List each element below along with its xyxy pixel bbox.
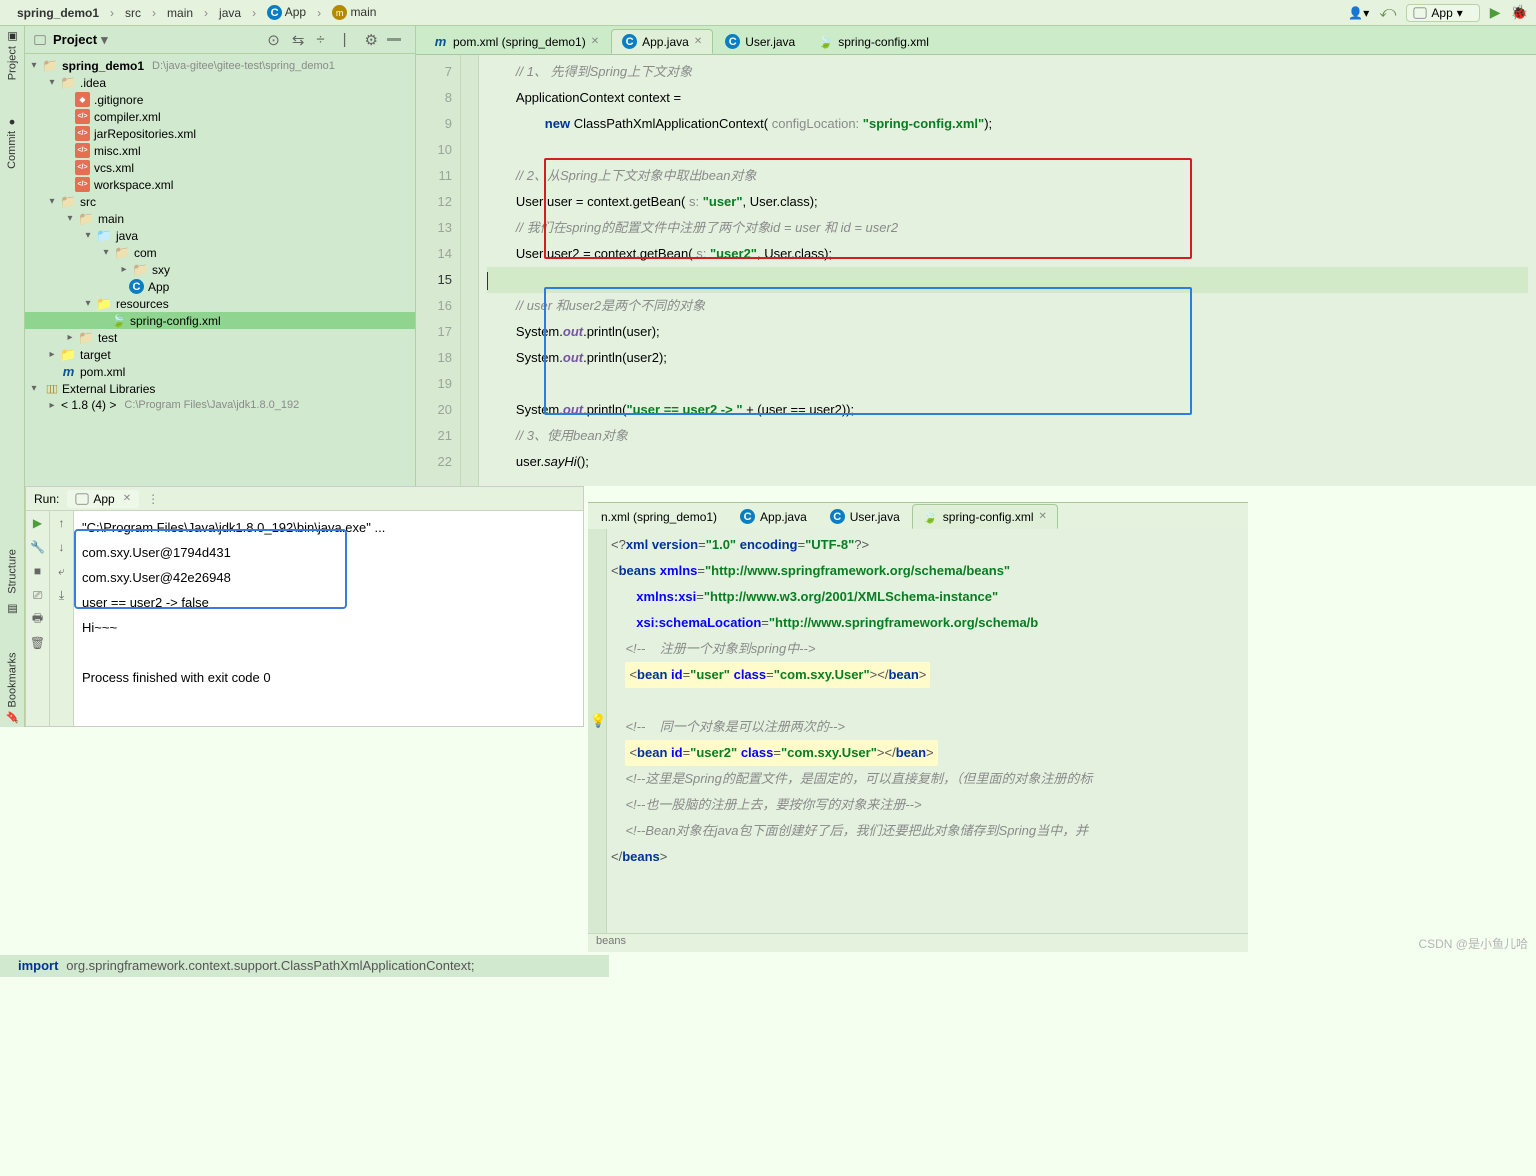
tab-app[interactable]: App.java✕ (611, 29, 713, 54)
rerun-icon[interactable]: ▶ (30, 515, 46, 531)
collapse-all-icon[interactable]: ÷ (313, 31, 327, 48)
left-tab-bookmarks[interactable]: 🔖 Bookmarks (6, 652, 19, 723)
wrench-icon[interactable]: 🔧 (30, 539, 46, 555)
crumb-class[interactable]: App (258, 3, 315, 23)
print-icon[interactable]: 🖶 (30, 611, 46, 627)
run-title: Run: (34, 492, 59, 506)
tree-sel-spring-xml[interactable]: spring-config.xml (25, 312, 415, 329)
crumb-method[interactable]: main (323, 3, 385, 23)
close-icon[interactable]: ✕ (1038, 511, 1046, 522)
hide-panel-icon[interactable] (387, 38, 401, 41)
scroll-icon[interactable]: ⤓ (54, 587, 70, 603)
trash-icon[interactable]: 🗑 (30, 635, 46, 651)
run-sidebar-left: ▶ 🔧 ■ ⎚ 🖶 🗑 (26, 511, 50, 726)
down-icon[interactable]: ↓ (54, 539, 70, 555)
project-tree[interactable]: ▾spring_demo1D:\java-gitee\gitee-test\sp… (25, 54, 415, 486)
line-gutter: 78910 11121314 15161718 19202122 (416, 55, 461, 486)
editor-tabs: pom.xml (spring_demo1)✕ App.java✕ User.j… (416, 26, 1536, 54)
close-icon[interactable]: ✕ (694, 36, 702, 47)
xml-tab-pom[interactable]: n.xml (spring_demo1) (590, 505, 728, 529)
left-tool-strip-bottom: ▤ Structure 🔖 Bookmarks (0, 486, 25, 727)
run-console[interactable]: "C:\Program Files\Java\jdk1.8.0_192\bin\… (74, 511, 583, 726)
close-icon[interactable]: ✕ (591, 36, 599, 47)
left-tab-commit[interactable]: Commit ● (6, 116, 18, 169)
xml-tab-spring[interactable]: spring-config.xml✕ (912, 504, 1058, 529)
tab-pom[interactable]: pom.xml (spring_demo1)✕ (422, 29, 610, 54)
debug-button[interactable]: 🐞 (1511, 4, 1528, 21)
tab-user[interactable]: User.java (714, 29, 806, 54)
xml-tab-app[interactable]: App.java (729, 504, 818, 529)
stop-icon[interactable]: ■ (30, 563, 46, 579)
xml-breadcrumb: beans (588, 933, 1248, 952)
code-editor[interactable]: 78910 11121314 15161718 19202122 // 1、 先… (416, 54, 1536, 486)
project-icon (33, 33, 47, 47)
xml-editor-pane: n.xml (spring_demo1) App.java User.java … (588, 502, 1248, 952)
left-tool-strip: Project ▣ Commit ● (0, 26, 25, 486)
run-tab-app[interactable]: App✕ (67, 490, 139, 508)
bottom-code-strip: import org.springframework.context.suppo… (0, 955, 609, 977)
tab-spring-xml[interactable]: spring-config.xml (807, 29, 940, 54)
xml-tab-user[interactable]: User.java (819, 504, 911, 529)
crumb-main[interactable]: main (158, 4, 202, 22)
xml-code-editor[interactable]: 💡 <?xml version="1.0" encoding="UTF-8"?>… (588, 529, 1248, 933)
run-button[interactable]: ▶ (1490, 4, 1501, 21)
build-icon[interactable]: ⤺ (1379, 4, 1396, 22)
project-panel: Project ⊙ ⇆ ÷ | ⚙ ▾spring_demo1D:\java-g… (25, 26, 415, 486)
navigation-toolbar: spring_demo1 src main java App main 👤▾ ⤺… (0, 0, 1536, 26)
lightbulb-icon[interactable]: 💡 (590, 713, 606, 729)
wrap-icon[interactable]: ⤶ (54, 563, 70, 579)
crumb-java[interactable]: java (210, 4, 250, 22)
left-tab-project[interactable]: Project ▣ (6, 30, 19, 80)
camera-icon[interactable]: ⎚ (30, 587, 46, 603)
crumb-root[interactable]: spring_demo1 (8, 4, 108, 22)
user-icon[interactable]: 👤▾ (1348, 6, 1369, 20)
watermark-text: CSDN @是小鱼儿哈 (1418, 935, 1528, 952)
gear-icon[interactable]: ⚙ (362, 31, 381, 49)
run-config-select[interactable]: App ▾ (1406, 4, 1479, 22)
run-sidebar-nav: ↑ ↓ ⤶ ⤓ (50, 511, 74, 726)
up-icon[interactable]: ↑ (54, 515, 70, 531)
run-tool-window: Run: App✕ ⋮ ▶ 🔧 ■ ⎚ 🖶 🗑 ↑ ↓ ⤶ ⤓ "C:\Prog… (25, 486, 584, 727)
project-view-title[interactable]: Project (53, 32, 108, 48)
crumb-src[interactable]: src (116, 4, 150, 22)
select-opened-icon[interactable]: ⊙ (264, 31, 283, 49)
left-tab-structure[interactable]: ▤ Structure (6, 549, 19, 616)
editor-pane: pom.xml (spring_demo1)✕ App.java✕ User.j… (415, 26, 1536, 486)
expand-all-icon[interactable]: ⇆ (289, 31, 308, 49)
